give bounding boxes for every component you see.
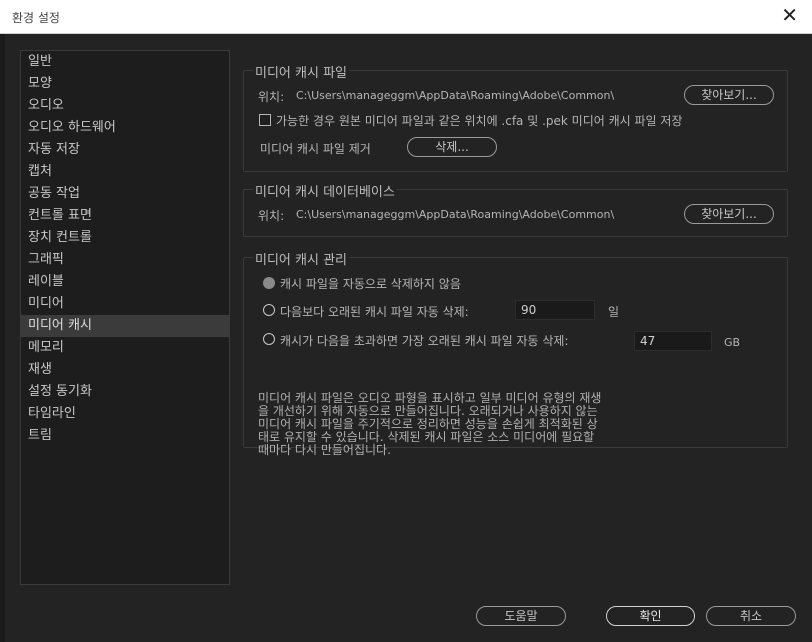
sidebar-item-timeline[interactable]: 타임라인 xyxy=(21,403,229,425)
category-list[interactable]: 일반 모양 오디오 오디오 하드웨어 자동 저장 캡처 공동 작업 컨트롤 표면… xyxy=(20,50,230,585)
sidebar-item-sync-settings[interactable]: 설정 동기화 xyxy=(21,381,229,403)
media-cache-management-title: 미디어 캐시 관리 xyxy=(253,249,349,268)
remove-cache-files-label: 미디어 캐시 파일 제거 xyxy=(260,142,371,156)
media-cache-management-group: 미디어 캐시 관리 캐시 파일을 자동으로 삭제하지 않음 다음보다 오래된 캐… xyxy=(243,249,788,457)
delete-exceeds-radio[interactable] xyxy=(263,333,275,345)
sidebar-item-general[interactable]: 일반 xyxy=(21,51,229,73)
delete-older-label: 다음보다 오래된 캐시 파일 자동 삭제: xyxy=(280,305,469,319)
cache-database-location-label: 위치: xyxy=(258,209,285,223)
sidebar-item-media-cache[interactable]: 미디어 캐시 xyxy=(21,315,229,337)
cache-files-location-path: C:\Users\manageggm\AppData\Roaming\Adobe… xyxy=(296,89,615,102)
sidebar-item-audio[interactable]: 오디오 xyxy=(21,95,229,117)
delete-older-radio[interactable] xyxy=(263,304,275,316)
title-bar: 환경 설정 ✕ xyxy=(0,0,812,34)
sidebar-item-device-control[interactable]: 장치 컨트롤 xyxy=(21,227,229,249)
sidebar-item-media[interactable]: 미디어 xyxy=(21,293,229,315)
sidebar-item-labels[interactable]: 레이블 xyxy=(21,271,229,293)
sidebar-item-control-surface[interactable]: 컨트롤 표면 xyxy=(21,205,229,227)
exceeds-size-input[interactable]: 47 xyxy=(634,331,712,351)
cache-management-description: 미디어 캐시 파일은 오디오 파형을 표시하고 일부 미디어 유형의 재생 을 … xyxy=(258,392,688,457)
never-delete-radio[interactable] xyxy=(263,277,275,289)
cache-database-browse-button[interactable]: 찾아보기... xyxy=(684,204,774,224)
sidebar-item-playback[interactable]: 재생 xyxy=(21,359,229,381)
cache-database-location-path: C:\Users\manageggm\AppData\Roaming\Adobe… xyxy=(296,208,615,221)
help-button[interactable]: 도움말 xyxy=(476,606,566,626)
save-next-to-original-checkbox[interactable] xyxy=(259,114,271,126)
older-days-unit: 일 xyxy=(608,305,620,319)
never-delete-label: 캐시 파일을 자동으로 삭제하지 않음 xyxy=(280,277,461,291)
cancel-button[interactable]: 취소 xyxy=(706,606,796,626)
delete-cache-files-button[interactable]: 삭제... xyxy=(407,137,497,157)
sidebar-item-appearance[interactable]: 모양 xyxy=(21,73,229,95)
sidebar-item-auto-save[interactable]: 자동 저장 xyxy=(21,139,229,161)
sidebar-item-trim[interactable]: 트림 xyxy=(21,425,229,447)
sidebar-item-memory[interactable]: 메모리 xyxy=(21,337,229,359)
exceeds-size-unit: GB xyxy=(724,336,741,349)
media-cache-database-title: 미디어 캐시 데이터베이스 xyxy=(253,181,397,200)
ok-button[interactable]: 확인 xyxy=(606,606,695,626)
sidebar-item-audio-hardware[interactable]: 오디오 하드웨어 xyxy=(21,117,229,139)
media-cache-files-title: 미디어 캐시 파일 xyxy=(253,62,349,81)
media-cache-database-group: 미디어 캐시 데이터베이스 위치: C:\Users\manageggm\App… xyxy=(243,181,788,237)
cache-files-browse-button[interactable]: 찾아보기... xyxy=(684,85,774,105)
save-next-to-original-label: 가능한 경우 원본 미디어 파일과 같은 위치에 .cfa 및 .pek 미디어… xyxy=(276,114,683,128)
sidebar-item-capture[interactable]: 캡처 xyxy=(21,161,229,183)
sidebar-item-graphics[interactable]: 그래픽 xyxy=(21,249,229,271)
delete-exceeds-label: 캐시가 다음을 초과하면 가장 오래된 캐시 파일 자동 삭제: xyxy=(280,334,569,348)
older-days-input[interactable]: 90 xyxy=(515,300,595,320)
media-cache-files-group: 미디어 캐시 파일 위치: C:\Users\manageggm\AppData… xyxy=(243,62,788,172)
preferences-dialog: 일반 모양 오디오 오디오 하드웨어 자동 저장 캡처 공동 작업 컨트롤 표면… xyxy=(5,34,812,642)
close-icon[interactable]: ✕ xyxy=(781,5,798,25)
window-title: 환경 설정 xyxy=(12,11,60,25)
description-line: 때마다 다시 만들어집니다. xyxy=(258,443,391,457)
sidebar-item-collaboration[interactable]: 공동 작업 xyxy=(21,183,229,205)
cache-files-location-label: 위치: xyxy=(258,90,285,104)
